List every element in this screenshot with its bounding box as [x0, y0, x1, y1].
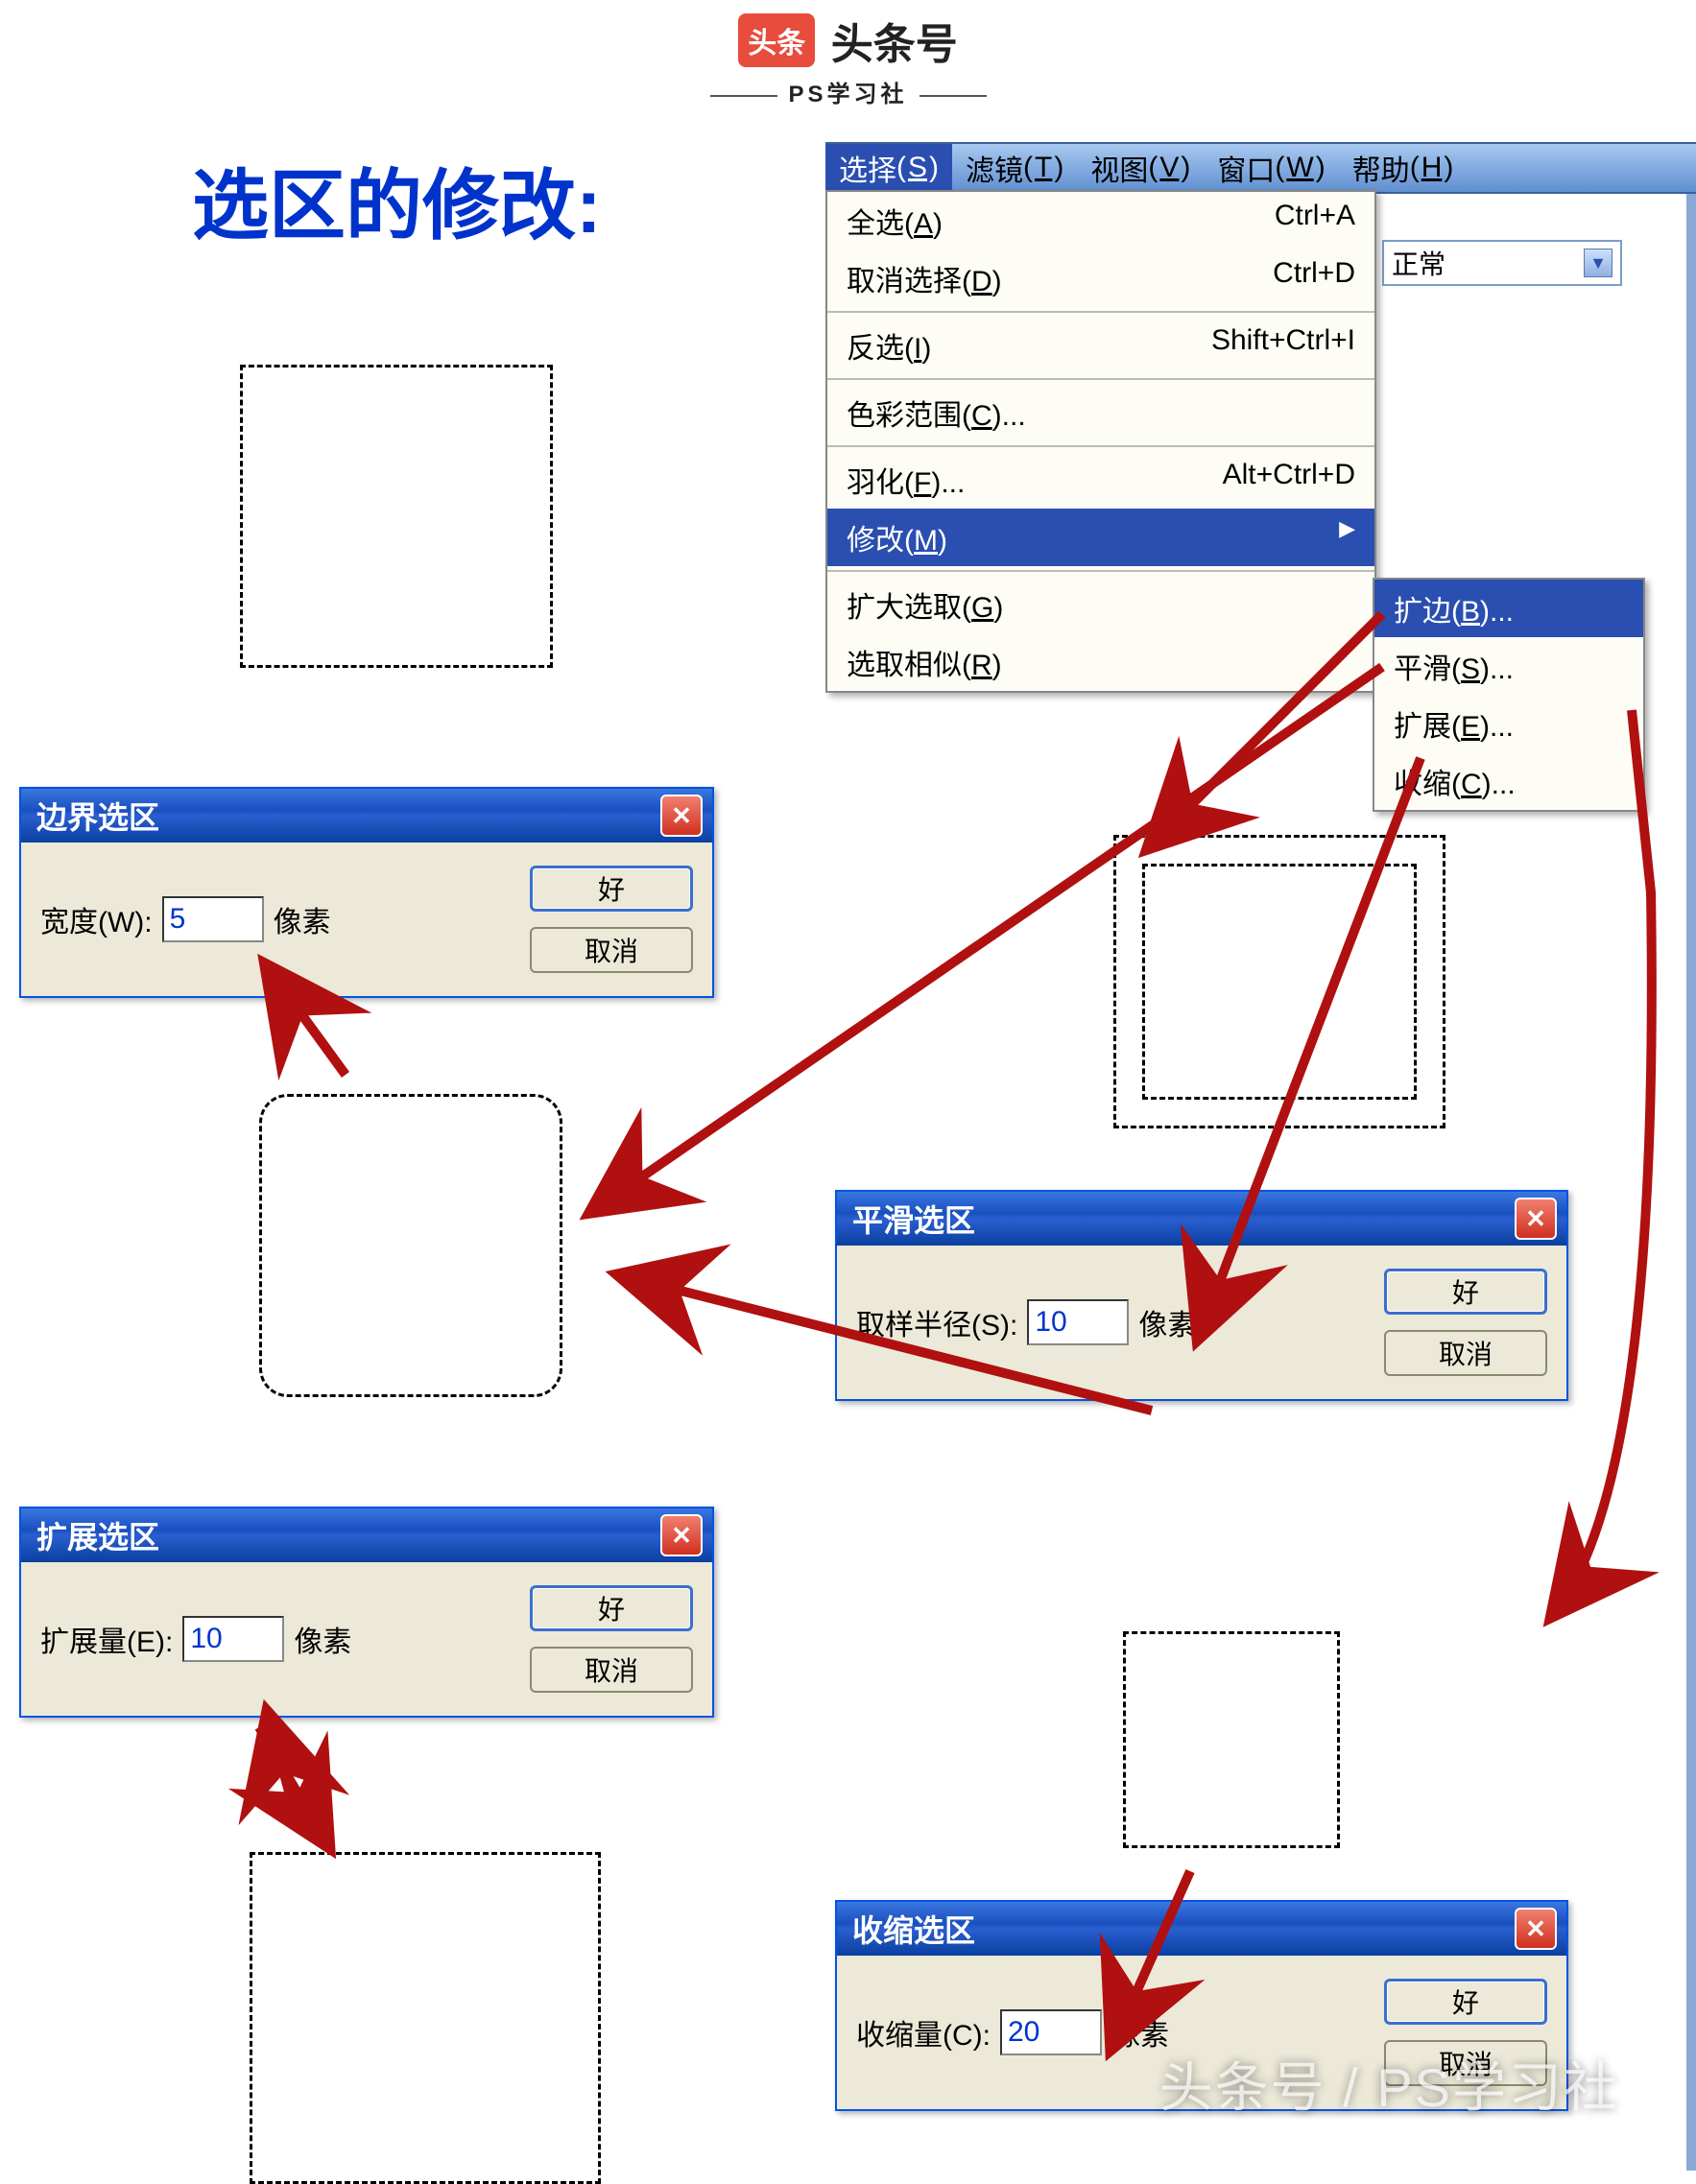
mode-dropdown-value: 正常	[1392, 244, 1445, 282]
menu-color-range[interactable]: 色彩范围(C)...	[827, 384, 1374, 441]
dialog-expand-selection: 扩展选区 ✕ 扩展量(E): 像素 好 取消	[19, 1507, 714, 1718]
selection-original	[240, 365, 553, 668]
menu-modify[interactable]: 修改(M) ▶	[827, 509, 1374, 566]
menu-separator	[827, 570, 1374, 572]
menu-window[interactable]: 窗口(W)	[1204, 144, 1338, 192]
dialog-title: 收缩选区	[852, 1907, 975, 1951]
menu-help[interactable]: 帮助(H)	[1339, 144, 1468, 192]
select-menu-dropdown: 全选(A) Ctrl+A 取消选择(D) Ctrl+D 反选(I) Shift+…	[825, 190, 1376, 693]
modify-submenu: 扩边(B)... 平滑(S)... 扩展(E)... 收缩(C)...	[1373, 578, 1645, 812]
menu-select[interactable]: 选择(S)	[825, 144, 952, 192]
dialog-smooth-selection: 平滑选区 ✕ 取样半径(S): 像素 好 取消	[835, 1190, 1568, 1401]
selection-expand-result	[250, 1852, 601, 2184]
close-button[interactable]: ✕	[1515, 1198, 1557, 1240]
menu-view[interactable]: 视图(V)	[1077, 144, 1204, 192]
dialog-title: 扩展选区	[36, 1513, 159, 1557]
selection-contract-result	[1123, 1631, 1340, 1848]
ok-button[interactable]: 好	[530, 866, 693, 912]
submenu-expand[interactable]: 扩展(E)...	[1374, 695, 1643, 752]
logo-subtitle: PS学习社	[698, 75, 997, 108]
unit-label: 像素	[274, 898, 331, 940]
cancel-button[interactable]: 取消	[530, 1647, 693, 1693]
field-label: 收缩量(C):	[856, 2011, 991, 2053]
menu-feather[interactable]: 羽化(F)... Alt+Ctrl+D	[827, 451, 1374, 509]
cancel-button[interactable]: 取消	[1384, 1330, 1547, 1376]
field-label: 取样半径(S):	[856, 1301, 1017, 1343]
header-logo: 头条 头条号 PS学习社	[698, 10, 997, 108]
page-title: 选区的修改:	[192, 144, 602, 255]
dialog-border-selection: 边界选区 ✕ 宽度(W): 像素 好 取消	[19, 787, 714, 998]
submenu-border[interactable]: 扩边(B)...	[1374, 580, 1643, 637]
chevron-down-icon[interactable]: ▼	[1584, 249, 1612, 277]
menu-similar[interactable]: 选取相似(R)	[827, 633, 1374, 691]
selection-border-inner	[1142, 864, 1417, 1100]
menu-deselect[interactable]: 取消选择(D) Ctrl+D	[827, 249, 1374, 307]
ok-button[interactable]: 好	[1384, 1979, 1547, 2025]
dialog-title: 边界选区	[36, 794, 159, 838]
menu-separator	[827, 378, 1374, 380]
submenu-contract[interactable]: 收缩(C)...	[1374, 752, 1643, 810]
submenu-arrow-icon: ▶	[1339, 516, 1355, 558]
dialog-titlebar[interactable]: 扩展选区 ✕	[21, 1508, 712, 1562]
close-button[interactable]: ✕	[1515, 1908, 1557, 1950]
logo-badge: 头条	[738, 13, 815, 67]
field-label: 扩展量(E):	[40, 1618, 173, 1660]
menu-select-all[interactable]: 全选(A) Ctrl+A	[827, 192, 1374, 249]
dialog-title: 平滑选区	[852, 1197, 975, 1241]
radius-input[interactable]	[1027, 1299, 1129, 1345]
menu-inverse[interactable]: 反选(I) Shift+Ctrl+I	[827, 317, 1374, 374]
mode-dropdown[interactable]: 正常 ▼	[1382, 240, 1622, 286]
menu-separator	[827, 311, 1374, 313]
ok-button[interactable]: 好	[1384, 1269, 1547, 1315]
close-button[interactable]: ✕	[660, 1514, 703, 1556]
dialog-titlebar[interactable]: 边界选区 ✕	[21, 789, 712, 843]
unit-label: 像素	[1138, 1301, 1196, 1343]
field-label: 宽度(W):	[40, 898, 153, 940]
watermark: 头条号 / PS学习社	[1159, 2045, 1619, 2123]
dialog-titlebar[interactable]: 平滑选区 ✕	[837, 1192, 1566, 1246]
selection-smooth-result	[259, 1094, 562, 1397]
expand-input[interactable]	[182, 1616, 284, 1662]
submenu-smooth[interactable]: 平滑(S)...	[1374, 637, 1643, 695]
width-input[interactable]	[162, 896, 264, 942]
close-button[interactable]: ✕	[660, 795, 703, 837]
contract-input[interactable]	[1000, 2009, 1102, 2055]
unit-label: 像素	[294, 1618, 351, 1660]
menu-grow[interactable]: 扩大选取(G)	[827, 576, 1374, 633]
dialog-titlebar[interactable]: 收缩选区 ✕	[837, 1902, 1566, 1956]
menu-separator	[827, 445, 1374, 447]
cancel-button[interactable]: 取消	[530, 927, 693, 973]
menu-filter[interactable]: 滤镜(T)	[952, 144, 1077, 192]
ok-button[interactable]: 好	[530, 1585, 693, 1631]
menubar: 选择(S) 滤镜(T) 视图(V) 窗口(W) 帮助(H)	[825, 142, 1696, 194]
logo-text: 头条号	[831, 10, 958, 71]
window-edge	[1686, 142, 1696, 2171]
